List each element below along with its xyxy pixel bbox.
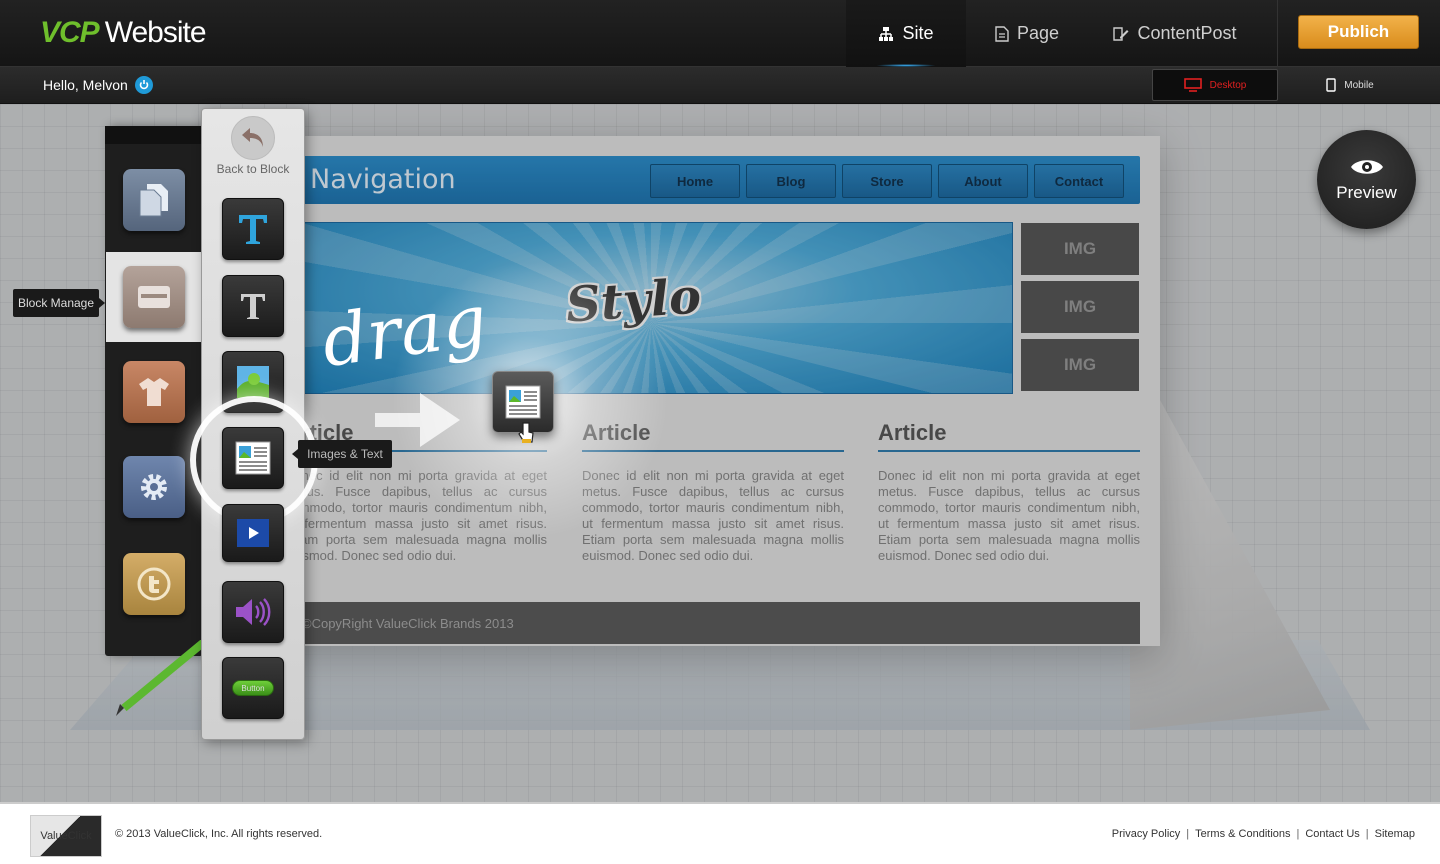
site-footer-block[interactable]: ©CopyRight ValueClick Brands 2013 [300, 602, 1140, 644]
preview-label: Preview [1336, 182, 1397, 202]
video-widget[interactable] [222, 504, 284, 562]
footer-link-separator: | [1365, 828, 1369, 840]
page-footer: ValueClick © 2013 ValueClick, Inc. All r… [0, 802, 1440, 864]
footer-link-separator: | [1296, 828, 1300, 840]
back-arrow-icon [242, 128, 263, 147]
site-nav-store[interactable]: Store [842, 164, 932, 198]
hand-cursor-icon [518, 422, 534, 443]
mobile-icon [1326, 78, 1336, 92]
logo-vcp: VCP [40, 16, 100, 49]
sub-bar: Hello, Melvon Desktop Mobile [0, 67, 1440, 104]
edit-icon [1113, 26, 1129, 41]
img-placeholder[interactable]: IMG [1021, 339, 1139, 391]
site-nav-about[interactable]: About [938, 164, 1028, 198]
site-navigation-block[interactable]: Navigation Home Blog Store About Contact [300, 156, 1140, 204]
heading-text-widget[interactable] [222, 198, 284, 260]
preview-button[interactable]: Preview [1317, 130, 1416, 229]
img-placeholder[interactable]: IMG [1021, 223, 1139, 275]
tooltip-label: Images & Text [307, 447, 383, 461]
img-placeholder[interactable]: IMG [1021, 281, 1139, 333]
user-greeting: Hello, Melvon [43, 77, 128, 93]
tab-contentpost[interactable]: ContentPost [1100, 0, 1250, 67]
settings-button[interactable] [123, 456, 185, 518]
eye-icon [1350, 159, 1383, 174]
footer-links: Privacy Policy | Terms & Conditions | Cont… [1112, 828, 1415, 840]
mobile-label: Mobile [1344, 79, 1374, 91]
hero-logo-text: Stylo [564, 268, 703, 334]
page-icon [995, 25, 1009, 42]
desktop-icon [1183, 78, 1202, 92]
block-icon [138, 286, 170, 308]
twitter-icon [137, 567, 171, 601]
pages-button[interactable] [123, 169, 185, 231]
button-widget-label: Button [241, 683, 265, 693]
site-nav-blog[interactable]: Blog [746, 164, 836, 198]
image-text-icon [505, 385, 541, 419]
tab-site[interactable]: Site [846, 0, 966, 67]
tooltip-label: Block Manage [17, 296, 95, 310]
article-block[interactable]: Article Donec id elit non mi porta gravi… [878, 420, 1140, 564]
back-to-block-label: Back to Block [216, 162, 290, 176]
site-nav-title: Navigation [310, 164, 456, 195]
theme-button[interactable] [123, 361, 185, 423]
top-bar: VCP Website Site Page ContentPost Publich [0, 0, 1440, 67]
article-title: Article [878, 420, 1140, 452]
divider [1277, 0, 1278, 67]
sitemap-icon [879, 26, 894, 41]
image-icon [237, 366, 269, 398]
button-widget[interactable]: Button [222, 657, 284, 719]
footer-link-separator: | [1186, 828, 1190, 840]
gear-icon [141, 474, 167, 500]
valueclick-logo[interactable]: ValueClick [30, 815, 102, 857]
valueclick-logo-text: ValueClick [40, 830, 92, 842]
article-block[interactable]: Article Donec id elit non mi porta gravi… [582, 420, 844, 564]
tab-site-label: Site [902, 23, 934, 43]
footer-link-contact[interactable]: Contact Us [1305, 828, 1359, 840]
desktop-label: Desktop [1209, 79, 1247, 91]
tab-contentpost-label: ContentPost [1137, 23, 1237, 43]
app-logo[interactable]: VCP Website [40, 16, 207, 50]
tooltip-block-manage: Block Manage [13, 289, 105, 317]
tab-page-label: Page [1016, 23, 1060, 43]
article-body: Donec id elit non mi porta gravida at eg… [878, 468, 1140, 563]
article-body: Donec id elit non mi porta gravida at eg… [285, 468, 547, 563]
footer-copyright: © 2013 ValueClick, Inc. All rights reser… [115, 828, 323, 840]
desktop-view-button[interactable]: Desktop [1152, 69, 1278, 101]
footer-link-terms[interactable]: Terms & Conditions [1195, 828, 1290, 840]
site-footer-text: ©CopyRight ValueClick Brands 2013 [302, 615, 514, 631]
pencil-decoration [116, 640, 207, 716]
video-icon [237, 519, 269, 547]
logo-website: Website [104, 16, 207, 49]
article-title: Article [582, 420, 844, 452]
audio-widget[interactable] [222, 581, 284, 643]
toolbar-cap [105, 126, 203, 144]
text-icon [241, 294, 265, 319]
block-manage-button[interactable] [123, 266, 185, 328]
shirt-icon [139, 378, 169, 406]
mobile-view-button[interactable]: Mobile [1300, 69, 1400, 101]
article-body: Donec id elit non mi porta gravida at eg… [582, 468, 844, 563]
footer-link-privacy[interactable]: Privacy Policy [1112, 828, 1180, 840]
image-text-icon [235, 441, 271, 475]
text-widget[interactable] [222, 275, 284, 337]
pages-icon [139, 184, 168, 217]
button-widget-preview: Button [232, 680, 274, 696]
site-nav-home[interactable]: Home [650, 164, 740, 198]
tab-page[interactable]: Page [980, 0, 1074, 67]
twitter-button[interactable] [123, 553, 185, 615]
publish-button[interactable]: Publich [1298, 15, 1419, 49]
back-to-block-button[interactable] [231, 116, 275, 160]
image-text-widget[interactable] [222, 427, 284, 489]
text-heading-icon [239, 215, 267, 244]
footer-link-sitemap[interactable]: Sitemap [1375, 828, 1415, 840]
audio-icon [236, 598, 271, 626]
tooltip-images-text: Images & Text [292, 440, 392, 468]
site-nav-contact[interactable]: Contact [1034, 164, 1124, 198]
power-icon[interactable] [135, 76, 153, 94]
